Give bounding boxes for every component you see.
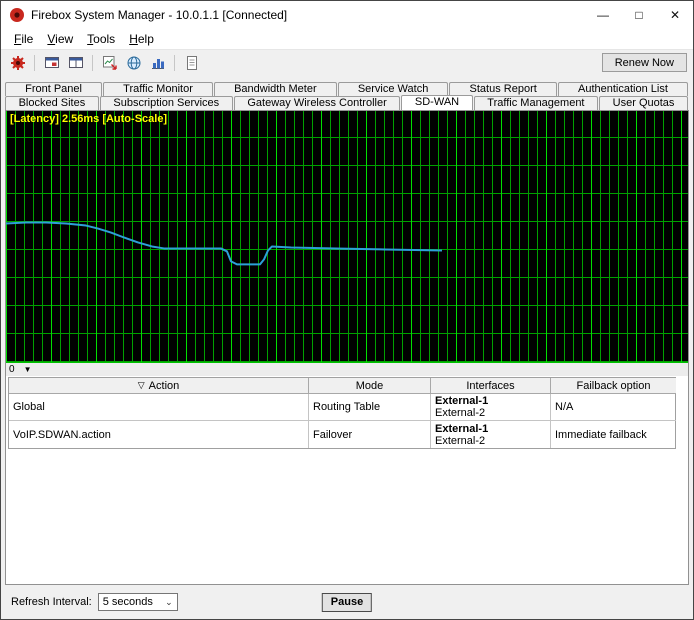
app-icon: [9, 7, 25, 23]
interface-primary: External-1: [435, 423, 546, 435]
col-header-interfaces[interactable]: Interfaces: [431, 378, 551, 394]
tab-row-1: Front Panel Traffic Monitor Bandwidth Me…: [5, 82, 689, 96]
interface-secondary: External-2: [435, 407, 546, 419]
table-header-row: ▽ Action Mode Interfaces Failback option: [9, 378, 675, 394]
network-monitor-icon[interactable]: [123, 53, 144, 72]
empty-area: [6, 449, 688, 584]
menu-bar: File View Tools Help: [1, 29, 693, 50]
pause-button[interactable]: Pause: [322, 593, 372, 612]
report-icon[interactable]: [181, 53, 202, 72]
renew-now-button[interactable]: Renew Now: [602, 53, 687, 72]
toolbar: Renew Now: [1, 50, 693, 75]
menu-file[interactable]: File: [7, 30, 40, 48]
col-header-action[interactable]: ▽ Action: [9, 378, 309, 394]
graph-origin-label: 0: [9, 365, 15, 375]
policy-manager-icon[interactable]: [41, 53, 62, 72]
tab-bandwidth-meter[interactable]: Bandwidth Meter: [214, 82, 337, 96]
chevron-down-icon: ⌄: [165, 598, 173, 606]
graph-time-strip: 0 ▼: [6, 363, 688, 376]
cell-interfaces: External-1 External-2: [431, 421, 551, 448]
toolbar-separator: [34, 55, 35, 71]
cell-interfaces: External-1 External-2: [431, 394, 551, 421]
tab-front-panel[interactable]: Front Panel: [5, 82, 102, 96]
firebox-icon[interactable]: [7, 53, 28, 72]
cell-failback: N/A: [551, 394, 676, 421]
tab-gateway-wireless-controller[interactable]: Gateway Wireless Controller: [234, 96, 401, 110]
hostwatch-icon[interactable]: [65, 53, 86, 72]
tab-blocked-sites[interactable]: Blocked Sites: [5, 96, 99, 110]
col-header-action-label: Action: [149, 380, 180, 392]
refresh-interval-label: Refresh Interval:: [11, 596, 92, 608]
cell-action: VoIP.SDWAN.action: [9, 421, 309, 448]
latency-graph: [Latency] 2.56ms [Auto-Scale]: [6, 111, 688, 363]
table-row[interactable]: VoIP.SDWAN.action Failover External-1 Ex…: [9, 421, 675, 448]
latency-line: [6, 223, 442, 265]
sdwan-actions-table: ▽ Action Mode Interfaces Failback option…: [8, 377, 676, 449]
cell-mode: Failover: [309, 421, 431, 448]
tab-user-quotas[interactable]: User Quotas: [599, 96, 688, 110]
menu-view[interactable]: View: [40, 30, 80, 48]
cell-action: Global: [9, 394, 309, 421]
bar-chart-icon[interactable]: [147, 53, 168, 72]
tab-sd-wan[interactable]: SD-WAN: [401, 95, 472, 110]
interface-primary: External-1: [435, 395, 546, 407]
minimize-button[interactable]: —: [585, 1, 621, 29]
close-button[interactable]: ✕: [657, 1, 693, 29]
menu-help[interactable]: Help: [122, 30, 161, 48]
cell-mode: Routing Table: [309, 394, 431, 421]
graph-title: [Latency] 2.56ms [Auto-Scale]: [10, 113, 167, 125]
tab-status-report[interactable]: Status Report: [449, 82, 556, 96]
tab-traffic-management[interactable]: Traffic Management: [474, 96, 598, 110]
sort-icon: ▽: [138, 380, 145, 391]
title-bar: Firebox System Manager - 10.0.1.1 [Conne…: [1, 1, 693, 29]
window-title: Firebox System Manager - 10.0.1.1 [Conne…: [31, 8, 287, 22]
tab-authentication-list[interactable]: Authentication List: [558, 82, 688, 96]
app-window: Firebox System Manager - 10.0.1.1 [Conne…: [0, 0, 694, 620]
menu-tools[interactable]: Tools: [80, 30, 122, 48]
refresh-interval-select[interactable]: 5 seconds ⌄: [98, 593, 178, 611]
toolbar-separator: [92, 55, 93, 71]
toolbar-separator: [174, 55, 175, 71]
tab-strip: Front Panel Traffic Monitor Bandwidth Me…: [5, 82, 689, 110]
sdwan-tab-content: [Latency] 2.56ms [Auto-Scale] 0 ▼ ▽ Acti…: [5, 110, 689, 585]
col-header-mode[interactable]: Mode: [309, 378, 431, 394]
tab-subscription-services[interactable]: Subscription Services: [100, 96, 233, 110]
table-row[interactable]: Global Routing Table External-1 External…: [9, 394, 675, 421]
col-header-failback[interactable]: Failback option: [551, 378, 676, 394]
interface-secondary: External-2: [435, 435, 546, 447]
scrub-marker-icon[interactable]: ▼: [24, 366, 32, 374]
window-controls: — □ ✕: [585, 1, 693, 29]
footer-bar: Refresh Interval: 5 seconds ⌄ Pause: [1, 585, 693, 619]
maximize-button[interactable]: □: [621, 1, 657, 29]
performance-console-icon[interactable]: [99, 53, 120, 72]
tab-traffic-monitor[interactable]: Traffic Monitor: [103, 82, 213, 96]
tab-service-watch[interactable]: Service Watch: [338, 82, 449, 96]
refresh-interval-value: 5 seconds: [103, 596, 153, 608]
tab-row-2: Blocked Sites Subscription Services Gate…: [5, 96, 689, 110]
cell-failback: Immediate failback: [551, 421, 676, 448]
